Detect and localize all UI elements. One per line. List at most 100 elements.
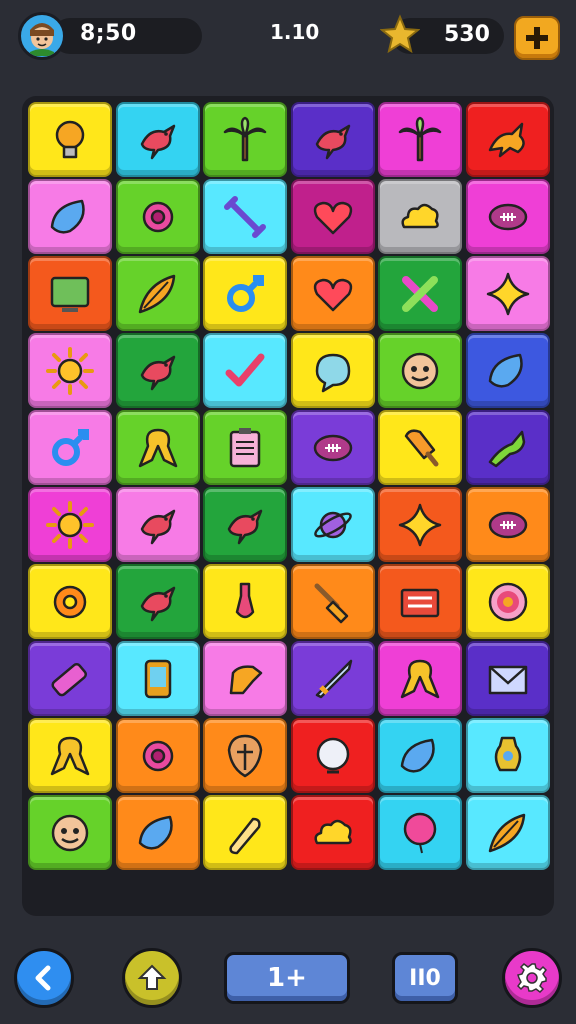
tile[interactable]	[115, 564, 200, 639]
ribbon-icon	[138, 428, 177, 467]
tile[interactable]	[28, 256, 112, 331]
tile[interactable]	[378, 256, 463, 331]
tile[interactable]	[115, 487, 200, 562]
shuffle-button[interactable]	[122, 948, 182, 1008]
tile[interactable]	[115, 410, 200, 485]
tile[interactable]	[115, 179, 200, 254]
palm-tree-icon	[223, 116, 267, 161]
cloud-icon	[401, 203, 440, 228]
heart-icon	[313, 278, 352, 311]
tile[interactable]	[378, 718, 463, 793]
bird-icon	[140, 586, 175, 621]
tile[interactable]	[28, 333, 112, 408]
tile[interactable]	[28, 410, 112, 485]
tile[interactable]	[203, 256, 288, 331]
tile[interactable]	[203, 795, 288, 870]
settings-button[interactable]	[502, 948, 562, 1008]
back-button[interactable]	[14, 948, 74, 1008]
tile[interactable]	[378, 564, 463, 639]
tile[interactable]	[203, 102, 288, 177]
plus-icon	[526, 27, 548, 49]
tile[interactable]	[28, 179, 112, 254]
star-icon	[380, 14, 420, 54]
tile[interactable]	[115, 333, 200, 408]
bird-icon	[140, 509, 175, 544]
tile[interactable]	[290, 102, 375, 177]
tile[interactable]	[465, 179, 550, 254]
lizard-icon	[488, 430, 526, 467]
tile[interactable]	[465, 718, 550, 793]
tile[interactable]	[290, 410, 375, 485]
timer-text: 8;50	[80, 21, 137, 46]
player-avatar[interactable]	[18, 12, 66, 60]
tile[interactable]	[378, 102, 463, 177]
tile[interactable]	[465, 795, 550, 870]
tile[interactable]	[465, 256, 550, 331]
shield-icon	[227, 734, 263, 777]
chevron-left-icon	[35, 965, 51, 991]
tile[interactable]	[203, 179, 288, 254]
tile[interactable]	[203, 487, 288, 562]
chat-bubble-icon	[315, 353, 351, 392]
tile[interactable]	[115, 795, 200, 870]
tile[interactable]	[378, 795, 463, 870]
tile[interactable]	[28, 102, 112, 177]
tile[interactable]	[378, 641, 463, 716]
tile[interactable]	[115, 718, 200, 793]
tile[interactable]	[290, 795, 375, 870]
hint-button[interactable]: 1+	[224, 952, 350, 1004]
monitor-icon	[50, 276, 90, 312]
tile[interactable]	[465, 333, 550, 408]
tile[interactable]	[203, 333, 288, 408]
tile[interactable]	[203, 564, 288, 639]
bird-icon	[140, 124, 175, 159]
bird-icon	[315, 124, 351, 159]
tile[interactable]	[378, 179, 463, 254]
tile[interactable]	[465, 487, 550, 562]
balloon-icon	[404, 812, 437, 853]
tile[interactable]	[378, 487, 463, 562]
tile[interactable]	[28, 718, 112, 793]
battery-icon	[51, 662, 88, 696]
tile[interactable]	[28, 641, 112, 716]
tile[interactable]	[378, 410, 463, 485]
sun-icon	[46, 500, 94, 549]
football-icon	[313, 434, 353, 461]
tile[interactable]	[290, 718, 375, 793]
tile[interactable]	[290, 641, 375, 716]
tile[interactable]	[203, 641, 288, 716]
tile[interactable]	[290, 564, 375, 639]
tile[interactable]	[465, 410, 550, 485]
tile[interactable]	[203, 718, 288, 793]
tile[interactable]	[290, 256, 375, 331]
leaf-icon	[401, 738, 436, 773]
star-icon	[486, 272, 530, 315]
tile[interactable]	[115, 256, 200, 331]
ribbon-icon	[401, 659, 440, 698]
tile[interactable]	[465, 102, 550, 177]
tile[interactable]	[465, 641, 550, 716]
add-coins-button[interactable]	[514, 16, 560, 60]
tile[interactable]	[203, 410, 288, 485]
pause-button[interactable]: II0	[392, 952, 458, 1004]
tools-icon	[402, 275, 439, 312]
clipboard-icon	[229, 427, 261, 467]
tile[interactable]	[378, 333, 463, 408]
lightbulb-icon	[55, 120, 85, 158]
tile[interactable]	[115, 641, 200, 716]
tile[interactable]	[290, 333, 375, 408]
bottom-bar: 1+ II0	[0, 930, 576, 1024]
star-icon	[399, 503, 442, 546]
palm-tree-icon	[399, 116, 442, 161]
broom-icon	[314, 583, 349, 623]
tile[interactable]	[115, 102, 200, 177]
tile[interactable]	[28, 795, 112, 870]
planet-icon	[313, 511, 352, 538]
tile[interactable]	[290, 487, 375, 562]
tile[interactable]	[28, 564, 112, 639]
tile[interactable]	[28, 487, 112, 562]
lollipop-icon	[488, 582, 528, 621]
tile[interactable]	[290, 179, 375, 254]
bird-icon	[227, 509, 263, 544]
tile[interactable]	[465, 564, 550, 639]
